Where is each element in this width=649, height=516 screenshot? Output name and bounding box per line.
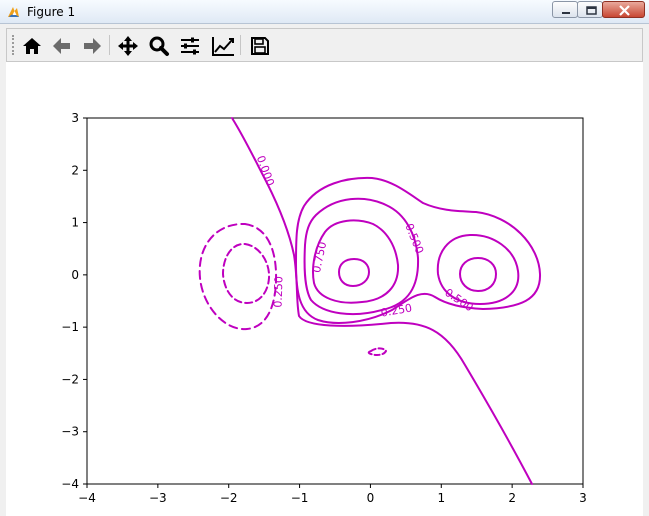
pan-button[interactable] (115, 33, 141, 59)
move-icon (118, 36, 138, 56)
navigation-toolbar (6, 28, 643, 62)
save-button[interactable] (247, 33, 273, 59)
chart-line-icon (212, 37, 234, 56)
home-button[interactable] (19, 33, 45, 59)
zoom-button[interactable] (146, 33, 172, 59)
plot-canvas[interactable] (6, 62, 643, 516)
window-title: Figure 1 (27, 5, 76, 19)
restore-icon (586, 6, 597, 15)
toolbar-grip[interactable] (12, 35, 16, 55)
forward-button[interactable] (79, 33, 105, 59)
back-button[interactable] (49, 33, 75, 59)
matplotlib-icon (8, 7, 19, 17)
arrow-left-icon (53, 38, 70, 54)
close-button[interactable] (602, 1, 645, 18)
figure-window: Figure 1 −4 −3 −2 −1 0 1 2 3 −4 −3 −2 −1… (0, 0, 649, 516)
title-bar[interactable]: Figure 1 (0, 0, 649, 24)
save-icon (251, 37, 269, 55)
subplots-button[interactable] (177, 33, 203, 59)
sliders-icon (181, 37, 199, 55)
close-icon (619, 5, 630, 16)
restore-button[interactable] (577, 1, 603, 18)
toolbar-separator (109, 35, 110, 55)
minimize-button[interactable] (552, 1, 578, 18)
minimize-icon (562, 12, 570, 14)
window-controls (552, 1, 645, 19)
toolbar-separator (240, 35, 241, 55)
edit-axis-button[interactable] (209, 33, 235, 59)
home-icon (23, 38, 41, 54)
arrow-right-icon (84, 38, 101, 54)
zoom-icon (149, 36, 169, 56)
